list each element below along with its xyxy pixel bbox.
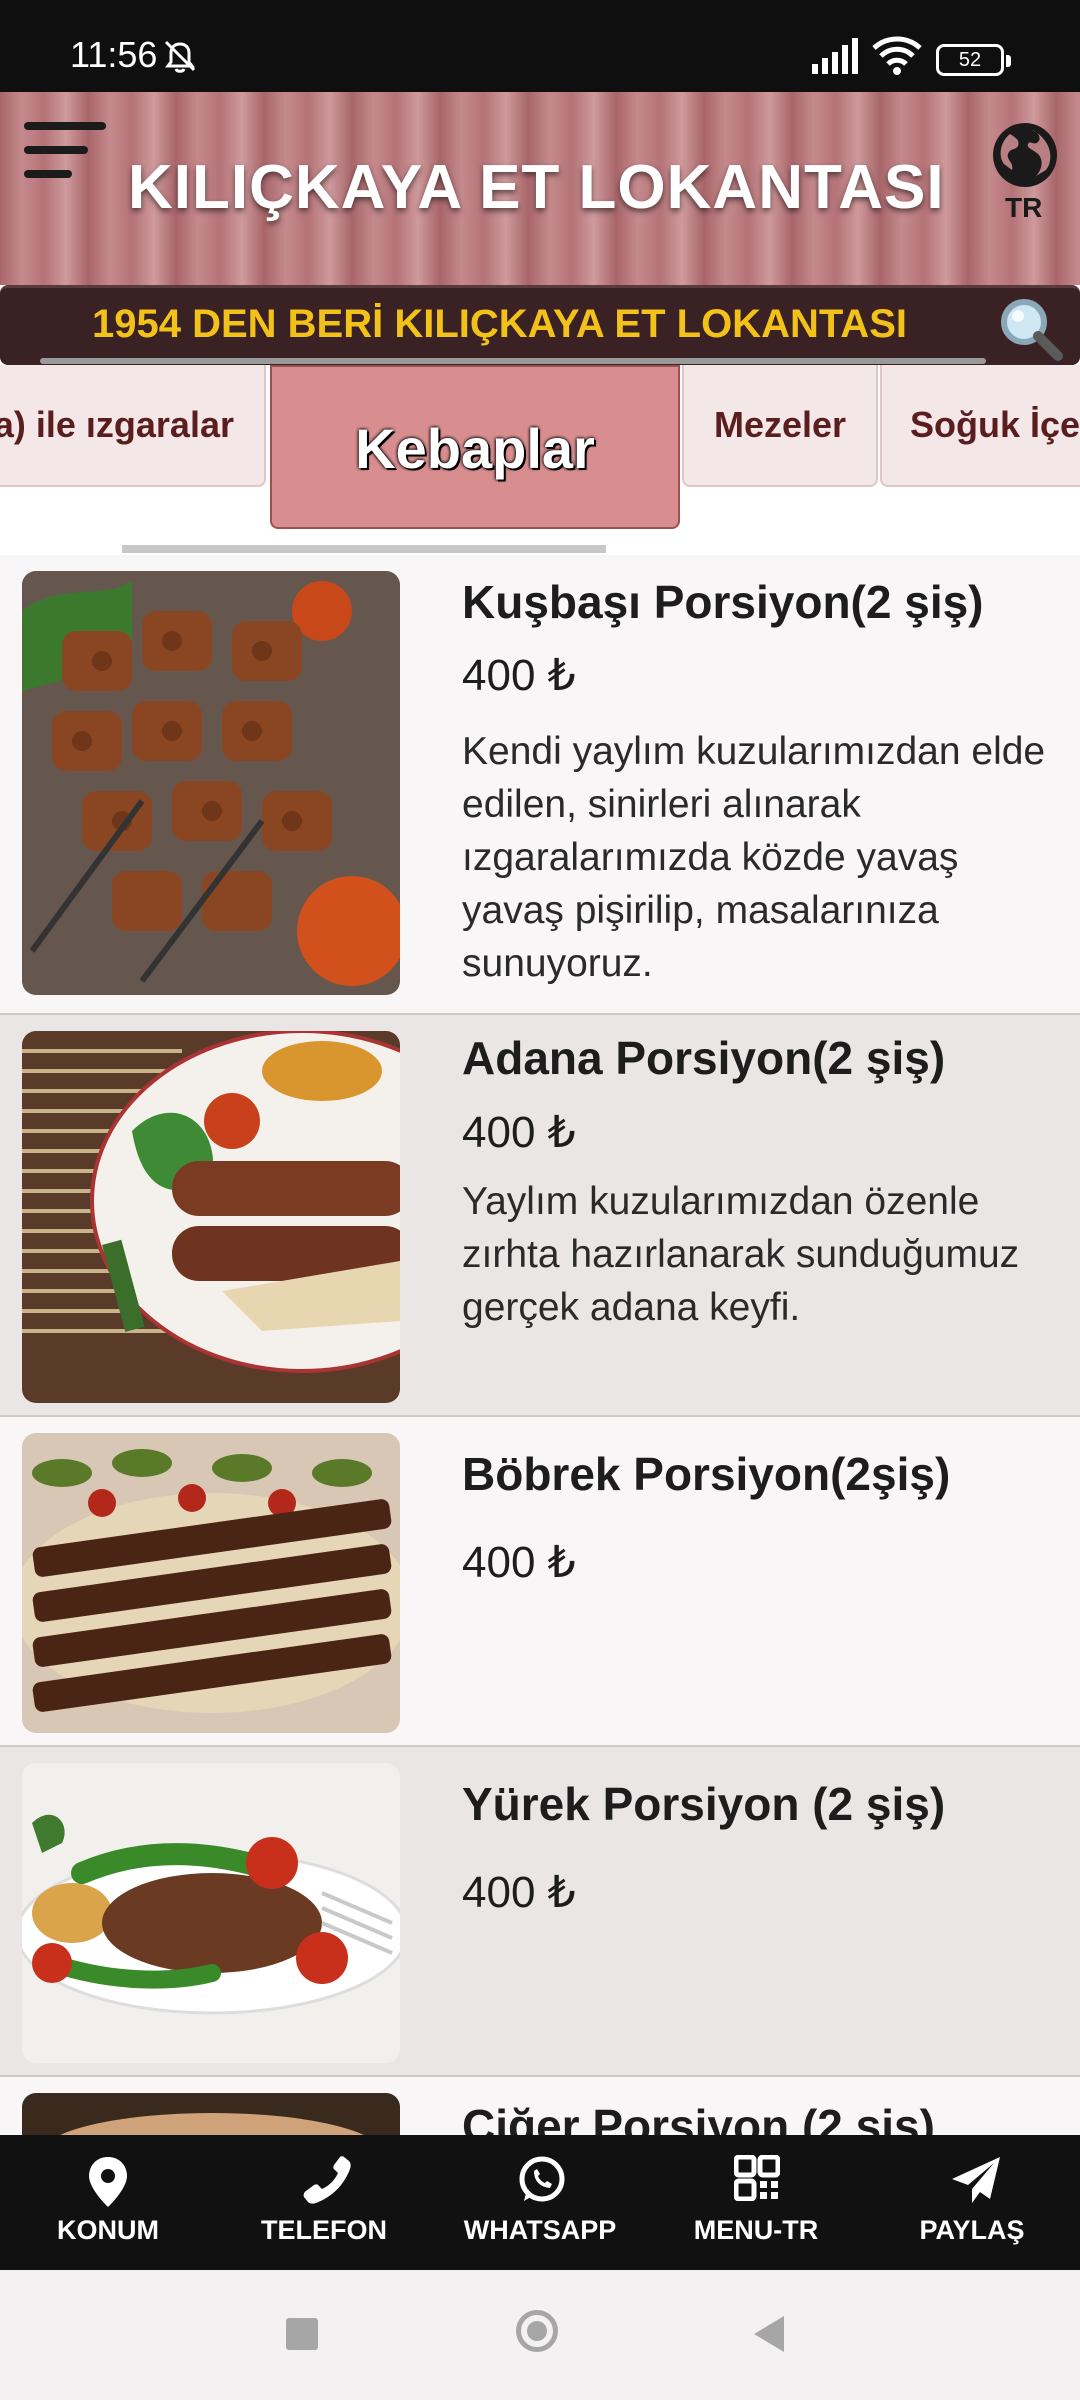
status-time: 11:56 xyxy=(70,34,158,75)
phone-icon xyxy=(303,2156,351,2204)
back-button[interactable] xyxy=(754,2316,784,2352)
nav-konum[interactable]: KONUM xyxy=(0,2135,216,2270)
item-name: Yürek Porsiyon (2 şiş) xyxy=(462,1778,946,1830)
wifi-icon xyxy=(872,36,922,75)
item-description: Kendi yaylım kuzularımızdan elde edilen,… xyxy=(462,730,1046,985)
item-name: Ciğer Porsiyon (2 şiş) xyxy=(462,2100,935,2135)
item-price: 400 ₺ xyxy=(462,1538,576,1587)
signal-icon xyxy=(812,38,858,74)
nav-menu-tr[interactable]: MENU-TR xyxy=(648,2135,864,2270)
item-description: Yaylım kuzularımızdan özenle zırhta hazı… xyxy=(462,1180,1020,1329)
menu-item[interactable]: Böbrek Porsiyon(2şiş) 400 ₺ xyxy=(0,1417,1080,1747)
tab-grills[interactable]: Odun ateşinde döner (tava) ile ızgaralar xyxy=(0,365,266,487)
status-bar: 11:56 52 xyxy=(0,0,1080,92)
ciger-photo xyxy=(22,2093,400,2135)
location-pin-icon xyxy=(89,2157,127,2207)
yurek-photo xyxy=(22,1763,400,2063)
battery-indicator: 52 xyxy=(936,44,1011,76)
whatsapp-icon xyxy=(519,2156,565,2202)
category-tabs: Odun ateşinde döner (tava) ile ızgaralar… xyxy=(0,365,1080,555)
bobrek-photo xyxy=(22,1433,400,1733)
menu-item[interactable]: Adana Porsiyon(2 şiş) 400 ₺ Yaylım kuzul… xyxy=(0,1015,1080,1417)
menu-item[interactable]: Yürek Porsiyon (2 şiş) 400 ₺ xyxy=(0,1747,1080,2077)
item-price: 400 ₺ xyxy=(462,1108,576,1157)
adana-photo xyxy=(22,1031,400,1403)
app-header: KILIÇKAYA ET LOKANTASI TR xyxy=(0,92,1080,285)
item-price: 400 ₺ xyxy=(462,1868,576,1917)
nav-label: KONUM xyxy=(57,2215,159,2245)
system-navigation-bar xyxy=(0,2270,1080,2400)
item-name: Kuşbaşı Porsiyon(2 şiş) xyxy=(462,576,984,628)
kusbasi-photo xyxy=(22,571,400,995)
nav-whatsapp[interactable]: WHATSAPP xyxy=(432,2135,648,2270)
language-label[interactable]: TR xyxy=(1005,192,1042,224)
item-price: 400 ₺ xyxy=(462,651,576,700)
search-icon[interactable] xyxy=(996,294,1066,364)
tab-scroll-indicator xyxy=(122,545,606,553)
send-icon xyxy=(952,2157,1000,2203)
nav-label: TELEFON xyxy=(261,2215,387,2245)
nav-label: MENU-TR xyxy=(693,2215,819,2245)
globe-icon[interactable] xyxy=(990,120,1060,190)
menu-item[interactable]: Ciğer Porsiyon (2 şiş) xyxy=(0,2077,1080,2135)
hamburger-menu-button[interactable] xyxy=(24,122,110,198)
announcement-banner: 1954 DEN BERİ KILIÇKAYA ET LOKANTASI xyxy=(0,285,1080,365)
tab-mezeler[interactable]: Mezeler xyxy=(682,365,878,487)
menu-list: Kuşbaşı Porsiyon(2 şiş) 400 ₺ Kendi yayl… xyxy=(0,555,1080,2135)
tab-kebaplar[interactable]: Kebaplar xyxy=(270,365,680,529)
nav-telefon[interactable]: TELEFON xyxy=(216,2135,432,2270)
home-button[interactable] xyxy=(516,2310,558,2352)
menu-item[interactable]: Kuşbaşı Porsiyon(2 şiş) 400 ₺ Kendi yayl… xyxy=(0,555,1080,1015)
qr-code-icon xyxy=(734,2155,780,2201)
item-name: Adana Porsiyon(2 şiş) xyxy=(462,1032,946,1084)
nav-paylas[interactable]: PAYLAŞ xyxy=(864,2135,1080,2270)
nav-label: PAYLAŞ xyxy=(919,2215,1025,2245)
recents-button[interactable] xyxy=(286,2318,318,2350)
item-name: Böbrek Porsiyon(2şiş) xyxy=(462,1448,951,1500)
restaurant-title: KILIÇKAYA ET LOKANTASI xyxy=(128,153,945,222)
banner-scrollbar xyxy=(40,358,986,364)
bell-off-icon xyxy=(164,40,196,73)
bottom-navigation: KONUM TELEFON WHATSAPP MENU-TR PAYLAŞ xyxy=(0,2135,1080,2270)
tab-soguk-icecekler[interactable]: Soğuk İçecekler xyxy=(880,365,1080,487)
announcement-text: 1954 DEN BERİ KILIÇKAYA ET LOKANTASI xyxy=(92,302,907,346)
nav-label: WHATSAPP xyxy=(463,2215,617,2245)
